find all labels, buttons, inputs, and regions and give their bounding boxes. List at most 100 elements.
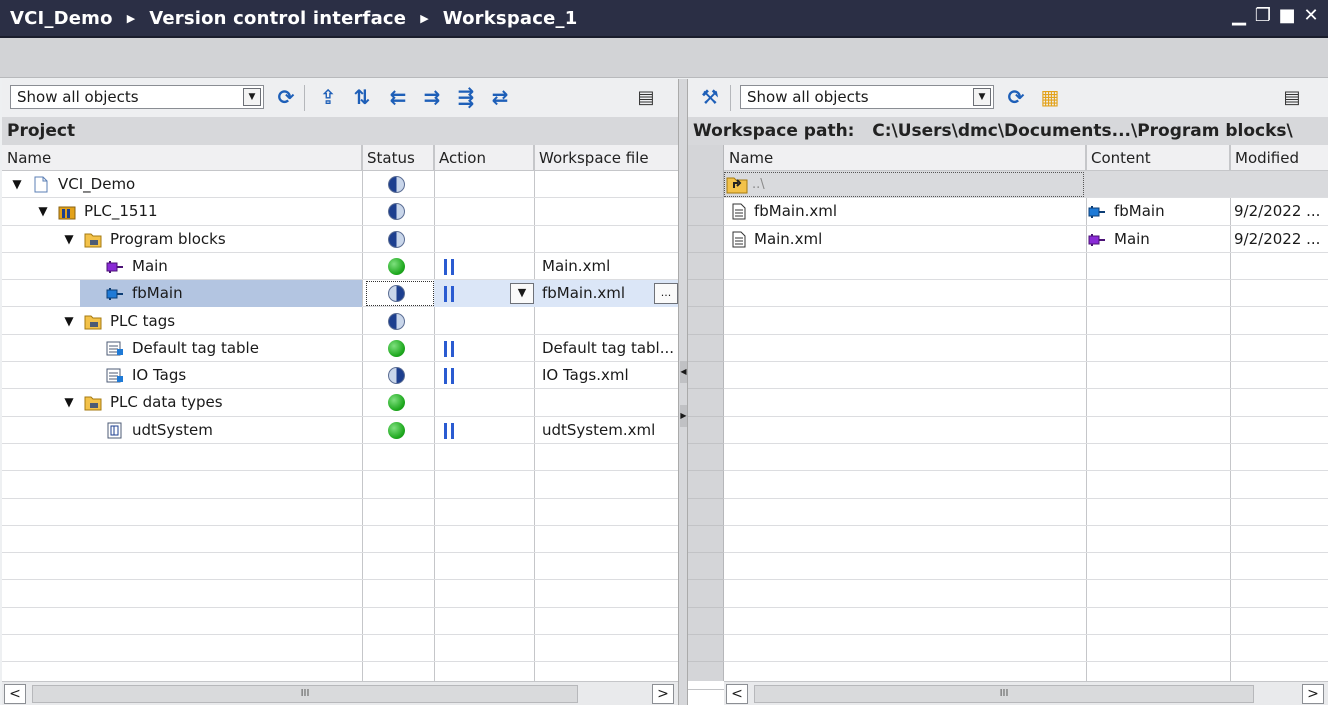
udt-icon: [106, 422, 124, 439]
parent-folder-row[interactable]: ..\: [724, 171, 1328, 199]
expand-arrow-icon[interactable]: ▼: [62, 389, 76, 416]
row-header[interactable]: [688, 662, 724, 690]
row-header[interactable]: [688, 417, 724, 444]
scroll-right-icon[interactable]: >: [652, 684, 674, 704]
row-header[interactable]: [688, 198, 724, 226]
expand-arrow-icon[interactable]: ▼: [10, 171, 24, 198]
project-horizontal-scrollbar[interactable]: < III >: [2, 681, 678, 705]
restore-icon[interactable]: ❐: [1254, 6, 1272, 26]
column-header-name[interactable]: Name: [724, 145, 1086, 171]
action-no-action-icon[interactable]: [444, 340, 454, 357]
project-icon: [32, 176, 50, 193]
refresh-icon[interactable]: ⟳: [274, 85, 298, 109]
panel-options-icon[interactable]: ▤: [634, 85, 658, 109]
row-header[interactable]: [688, 226, 724, 253]
action-no-action-icon[interactable]: [444, 368, 454, 385]
compare-icon[interactable]: ⇅: [350, 85, 374, 109]
row-header[interactable]: [688, 553, 724, 581]
file-content: Main: [1114, 229, 1150, 248]
clear-action-icon[interactable]: ⇶: [454, 85, 478, 109]
row-header[interactable]: [688, 581, 724, 608]
empty-row: [2, 499, 678, 526]
folder-icon: [84, 231, 102, 248]
maximize-icon[interactable]: ■: [1278, 6, 1296, 26]
workspace-horizontal-scrollbar[interactable]: < III >: [724, 681, 1328, 705]
column-header-action[interactable]: Action: [434, 145, 534, 171]
refresh-icon[interactable]: ⟳: [1004, 85, 1028, 109]
row-header[interactable]: [688, 389, 724, 417]
breadcrumb-workspace[interactable]: Workspace_1: [443, 8, 578, 29]
row-header[interactable]: [688, 362, 724, 390]
status-half-icon: [388, 176, 405, 193]
column-header-workspace-file[interactable]: Workspace file: [534, 145, 678, 171]
tree-row[interactable]: ▼ Program blocks: [2, 226, 678, 253]
fb-block-icon: [106, 285, 124, 302]
action-no-action-icon[interactable]: [444, 258, 454, 275]
workspace-file-row[interactable]: Main.xml Main 9/2/2022 ...: [724, 226, 1328, 253]
tree-row[interactable]: ▼ PLC_1511: [2, 198, 678, 226]
scroll-left-icon[interactable]: <: [4, 684, 26, 704]
action-dropdown-icon[interactable]: ▼: [510, 283, 534, 305]
tree-row[interactable]: fbMain ▼ fbMain.xml...: [2, 280, 678, 308]
scroll-right-icon[interactable]: >: [1302, 684, 1324, 704]
collapse-left-icon[interactable]: ◀: [680, 361, 687, 383]
status-modified-icon: [388, 367, 405, 385]
panel-options-icon[interactable]: ▤: [1280, 85, 1304, 109]
column-header-status[interactable]: Status: [362, 145, 434, 171]
tree-row[interactable]: ▼ PLC tags: [2, 308, 678, 335]
row-header[interactable]: [688, 335, 724, 363]
open-in-explorer-icon[interactable]: ▦: [1038, 85, 1062, 109]
column-header-modified[interactable]: Modified: [1230, 145, 1328, 171]
workspace-settings-icon[interactable]: ⚒: [698, 85, 722, 109]
action-no-action-icon[interactable]: [444, 286, 454, 303]
import-from-workspace-icon[interactable]: ⇇: [386, 85, 410, 109]
expand-arrow-icon[interactable]: ▼: [36, 198, 50, 225]
add-to-workspace-icon[interactable]: ⇪: [316, 85, 340, 109]
chevron-down-icon[interactable]: ▼: [243, 88, 261, 106]
status-half-icon: [388, 230, 405, 248]
column-header-content[interactable]: Content: [1086, 145, 1230, 171]
panel-splitter[interactable]: ◀ ▶: [678, 79, 688, 705]
row-header[interactable]: [688, 526, 724, 554]
row-header[interactable]: [688, 608, 724, 636]
tree-row[interactable]: Main Main.xml: [2, 253, 678, 281]
project-toolbar: Show all objects ▼ ⟳ ⇪ ⇅ ⇇ ⇉ ⇶ ⇄ ▤: [2, 79, 678, 117]
chevron-down-icon[interactable]: ▼: [973, 88, 991, 106]
empty-row: [2, 471, 678, 499]
row-header[interactable]: [688, 253, 724, 281]
minimize-icon[interactable]: ▁: [1230, 6, 1248, 26]
empty-row: [724, 581, 1328, 608]
tree-row[interactable]: Default tag table Default tag tabl...: [2, 335, 678, 363]
row-header[interactable]: [688, 171, 724, 199]
synchronize-icon[interactable]: ⇄: [488, 85, 512, 109]
column-header-name[interactable]: Name: [2, 145, 362, 171]
row-header[interactable]: [688, 635, 724, 663]
project-filter-select[interactable]: Show all objects ▼: [10, 85, 264, 109]
row-header[interactable]: [688, 471, 724, 499]
collapse-right-icon[interactable]: ▶: [680, 405, 687, 427]
export-to-workspace-icon[interactable]: ⇉: [420, 85, 444, 109]
tree-row[interactable]: IO Tags IO Tags.xml: [2, 362, 678, 390]
scroll-left-icon[interactable]: <: [726, 684, 748, 704]
focus-outline: [366, 281, 434, 307]
breadcrumb-project[interactable]: VCI_Demo: [10, 8, 113, 29]
close-icon[interactable]: ✕: [1302, 6, 1320, 26]
browse-file-button[interactable]: ...: [654, 283, 678, 305]
expand-arrow-icon[interactable]: ▼: [62, 226, 76, 253]
row-header[interactable]: [688, 444, 724, 472]
scroll-thumb[interactable]: III: [754, 685, 1254, 703]
tree-row[interactable]: ▼ VCI_Demo: [2, 171, 678, 199]
workspace-file-row[interactable]: fbMain.xml fbMain 9/2/2022 ...: [724, 198, 1328, 226]
scroll-thumb[interactable]: III: [32, 685, 578, 703]
toolbar-divider: [304, 85, 305, 111]
empty-row: [724, 389, 1328, 417]
action-no-action-icon[interactable]: [444, 422, 454, 439]
row-header[interactable]: [688, 280, 724, 308]
row-header[interactable]: [688, 308, 724, 335]
expand-arrow-icon[interactable]: ▼: [62, 308, 76, 335]
breadcrumb-vci[interactable]: Version control interface: [149, 8, 406, 29]
workspace-filter-select[interactable]: Show all objects ▼: [740, 85, 994, 109]
tree-row[interactable]: ▼ PLC data types: [2, 389, 678, 417]
tree-row[interactable]: udtSystem udtSystem.xml: [2, 417, 678, 444]
row-header[interactable]: [688, 499, 724, 526]
